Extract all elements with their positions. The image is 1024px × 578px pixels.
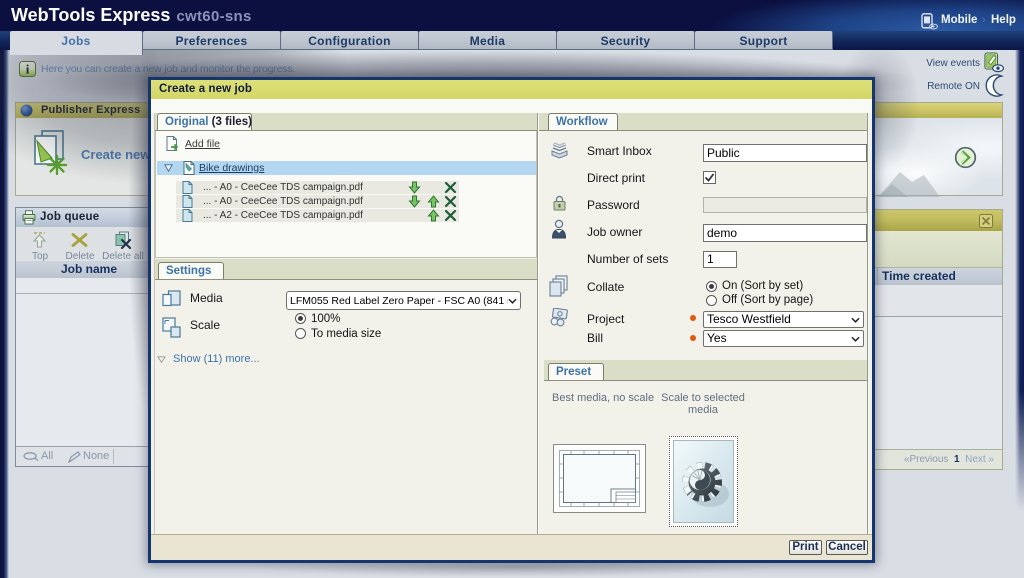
svg-text:i: i [26, 62, 30, 77]
